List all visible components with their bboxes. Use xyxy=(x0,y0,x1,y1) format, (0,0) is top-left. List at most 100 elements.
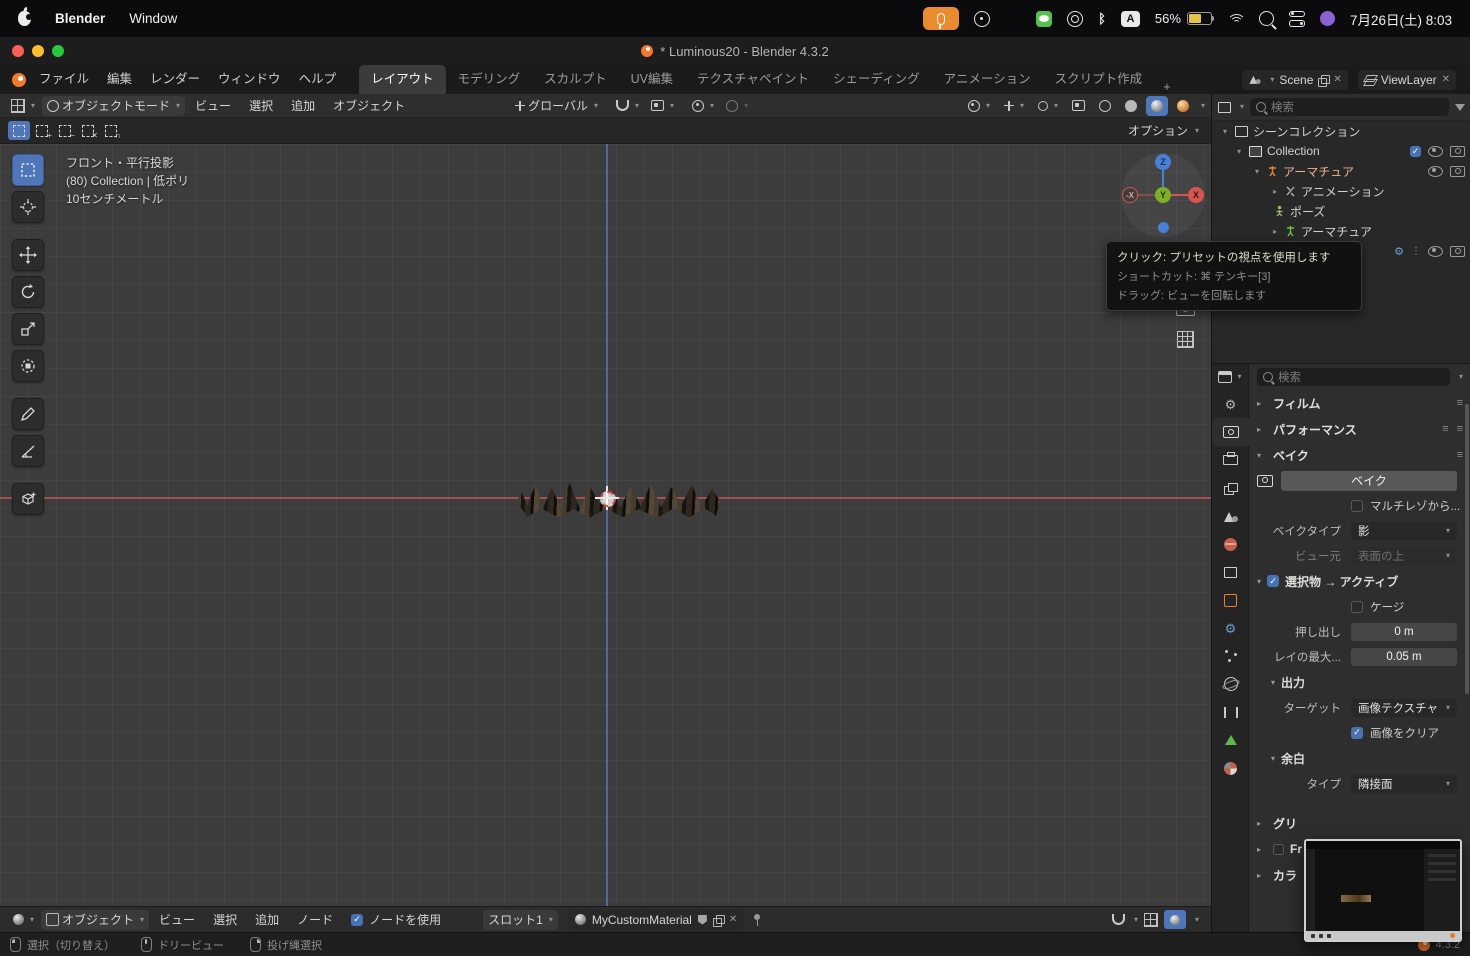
scene-selector[interactable]: ▾ Scene ✕ xyxy=(1242,70,1347,90)
unlink-material-icon[interactable]: ✕ xyxy=(729,914,737,925)
drag-handle-icon[interactable]: ≡ xyxy=(1457,449,1463,461)
use-nodes-checkbox[interactable]: ✓ xyxy=(351,914,363,926)
view-layer-selector[interactable]: ViewLayer ✕ xyxy=(1358,70,1456,90)
chevron-down-icon[interactable]: ▾ xyxy=(1459,373,1463,381)
menu-render[interactable]: レンダー xyxy=(141,65,209,94)
tab-material-properties[interactable] xyxy=(1212,754,1249,782)
properties-scrollbar[interactable] xyxy=(1465,404,1469,694)
tab-layout[interactable]: レイアウト xyxy=(359,65,446,94)
tab-data-properties[interactable] xyxy=(1212,726,1249,754)
user-avatar-icon[interactable] xyxy=(1320,11,1335,26)
mode-selector[interactable]: オブジェクトモード ▾ xyxy=(42,96,185,116)
modifier-wrench-icon[interactable]: ⚙ xyxy=(1394,245,1404,258)
camera-render-icon[interactable] xyxy=(1450,166,1465,177)
dots-menu-icon[interactable]: ⋮ xyxy=(1411,246,1421,257)
tab-animation[interactable]: アニメーション xyxy=(932,65,1043,94)
material-selector[interactable]: MyCustomMaterial ✕ xyxy=(568,910,744,930)
from-multires-checkbox[interactable] xyxy=(1351,500,1363,512)
overlays-toggle[interactable]: ▾ xyxy=(1033,96,1063,116)
input-source-icon[interactable]: A xyxy=(1121,11,1140,27)
bake-type-dropdown[interactable]: 影 ▾ xyxy=(1351,522,1457,540)
outliner-item-armature-object[interactable]: ▾ アーマチュア xyxy=(1212,161,1470,181)
outliner-item-animation[interactable]: ▸ アニメーション xyxy=(1212,181,1470,201)
select-mode-intersect-button[interactable]: ∩ xyxy=(100,121,122,140)
viewport-canvas[interactable]: フロント・平行投影 (80) Collection | 低ポリ 10センチメート… xyxy=(0,144,1211,906)
chevron-down-icon[interactable]: ▾ xyxy=(1195,916,1199,924)
tab-constraint-properties[interactable] xyxy=(1212,698,1249,726)
shader-editor-type-button[interactable]: ▾ xyxy=(8,910,39,930)
navigation-gizmo[interactable]: Z X -X Y xyxy=(1118,150,1208,240)
viewport-menu-add[interactable]: 追加 xyxy=(283,97,323,114)
tab-scene-properties[interactable] xyxy=(1212,502,1249,530)
tab-texture-paint[interactable]: テクスチャペイント xyxy=(685,65,821,94)
expander-icon[interactable]: ▸ xyxy=(1270,227,1280,236)
shading-solid-button[interactable] xyxy=(1120,96,1142,116)
menu-edit[interactable]: 編集 xyxy=(98,65,141,94)
expander-icon[interactable]: ▾ xyxy=(1252,167,1262,176)
outliner-search-field[interactable]: 検索 xyxy=(1250,98,1449,116)
transform-tool[interactable] xyxy=(12,350,44,382)
shading-material-button[interactable] xyxy=(1146,96,1168,116)
snap-toggle-button[interactable]: ▾ xyxy=(611,96,644,116)
properties-editor-type-button[interactable]: ▾ xyxy=(1212,364,1248,390)
outliner-item-collection[interactable]: ▾ Collection ✓ xyxy=(1212,141,1470,161)
outliner-item-armature-data[interactable]: ▸ アーマチュア xyxy=(1212,221,1470,241)
output-subsection-header[interactable]: ▾ 出力 xyxy=(1249,669,1470,695)
bake-button[interactable]: ベイク xyxy=(1281,471,1457,491)
airdrop-icon[interactable] xyxy=(1067,11,1083,27)
eye-icon[interactable] xyxy=(1428,246,1443,257)
battery-status[interactable]: 56% xyxy=(1155,11,1212,26)
select-mode-invert-button[interactable]: ✕ xyxy=(77,121,99,140)
annotate-tool[interactable] xyxy=(12,398,44,430)
move-tool[interactable] xyxy=(12,239,44,271)
control-center-icon[interactable] xyxy=(1289,11,1305,27)
menubar-clock[interactable]: 7月26日(土) 8:03 xyxy=(1350,9,1452,29)
floating-preview-window[interactable] xyxy=(1304,839,1462,942)
viewport-menu-object[interactable]: オブジェクト xyxy=(325,97,413,114)
view-from-dropdown[interactable]: 表面の上 ▾ xyxy=(1351,547,1457,565)
wifi-icon[interactable] xyxy=(1227,12,1244,25)
use-nodes-toggle[interactable]: ✓ ノードを使用 xyxy=(351,911,441,928)
menubar-window-menu[interactable]: Window xyxy=(129,11,177,26)
ortho-grid-button[interactable] xyxy=(1177,331,1194,348)
eye-icon[interactable] xyxy=(1428,146,1443,157)
extrusion-field[interactable]: 0 m xyxy=(1351,623,1457,641)
section-performance[interactable]: ▸ パフォーマンス ≡≡ xyxy=(1249,416,1470,442)
gizmo-x-axis[interactable]: X xyxy=(1188,187,1204,203)
section-bake[interactable]: ▾ ベイク ≡ xyxy=(1249,442,1470,468)
record-status-icon[interactable] xyxy=(974,11,990,27)
outliner-item-scene-collection[interactable]: ▾ シーンコレクション xyxy=(1212,121,1470,141)
new-scene-icon[interactable] xyxy=(1318,75,1328,85)
camera-render-icon[interactable] xyxy=(1450,146,1465,157)
tab-world-properties[interactable] xyxy=(1212,530,1249,558)
outliner-display-mode-icon[interactable] xyxy=(1218,102,1231,113)
outliner-item-pose[interactable]: ポーズ xyxy=(1212,201,1470,221)
select-mode-extend-button[interactable]: + xyxy=(31,121,53,140)
falloff-dropdown[interactable]: ▾ xyxy=(721,96,753,116)
tab-render-properties[interactable] xyxy=(1212,418,1249,446)
rotate-tool[interactable] xyxy=(12,276,44,308)
add-cube-tool[interactable] xyxy=(12,483,44,515)
node-snap-magnet-icon[interactable] xyxy=(1112,914,1125,925)
expander-icon[interactable]: ▸ xyxy=(1270,187,1280,196)
material-slot-dropdown[interactable]: スロット1 ▾ xyxy=(483,910,558,930)
cursor-tool[interactable] xyxy=(12,191,44,223)
shader-id-type-dropdown[interactable]: オブジェクト ▾ xyxy=(41,910,149,930)
presets-icon[interactable]: ≡ xyxy=(1442,423,1448,435)
tool-options-dropdown[interactable]: オプション ▾ xyxy=(1128,122,1203,139)
tab-sculpting[interactable]: スカルプト xyxy=(532,65,619,94)
remove-view-layer-icon[interactable]: ✕ xyxy=(1442,74,1450,85)
clear-image-checkbox[interactable]: ✓ xyxy=(1351,727,1363,739)
scale-tool[interactable] xyxy=(12,313,44,345)
shading-wireframe-button[interactable] xyxy=(1094,96,1116,116)
max-ray-field[interactable]: 0.05 m xyxy=(1351,648,1457,666)
expander-icon[interactable]: ▾ xyxy=(1234,147,1244,156)
node-overlay-toggle[interactable] xyxy=(1164,910,1186,929)
editor-type-button[interactable]: ▾ xyxy=(6,96,40,116)
snap-target-dropdown[interactable]: ▾ xyxy=(646,96,679,116)
shader-menu-node[interactable]: ノード xyxy=(289,911,341,928)
app-status-icon[interactable] xyxy=(1005,11,1021,27)
pin-icon[interactable] xyxy=(752,914,762,926)
target-dropdown[interactable]: 画像テクスチャ ▾ xyxy=(1351,699,1457,717)
apple-menu-icon[interactable] xyxy=(18,11,31,26)
